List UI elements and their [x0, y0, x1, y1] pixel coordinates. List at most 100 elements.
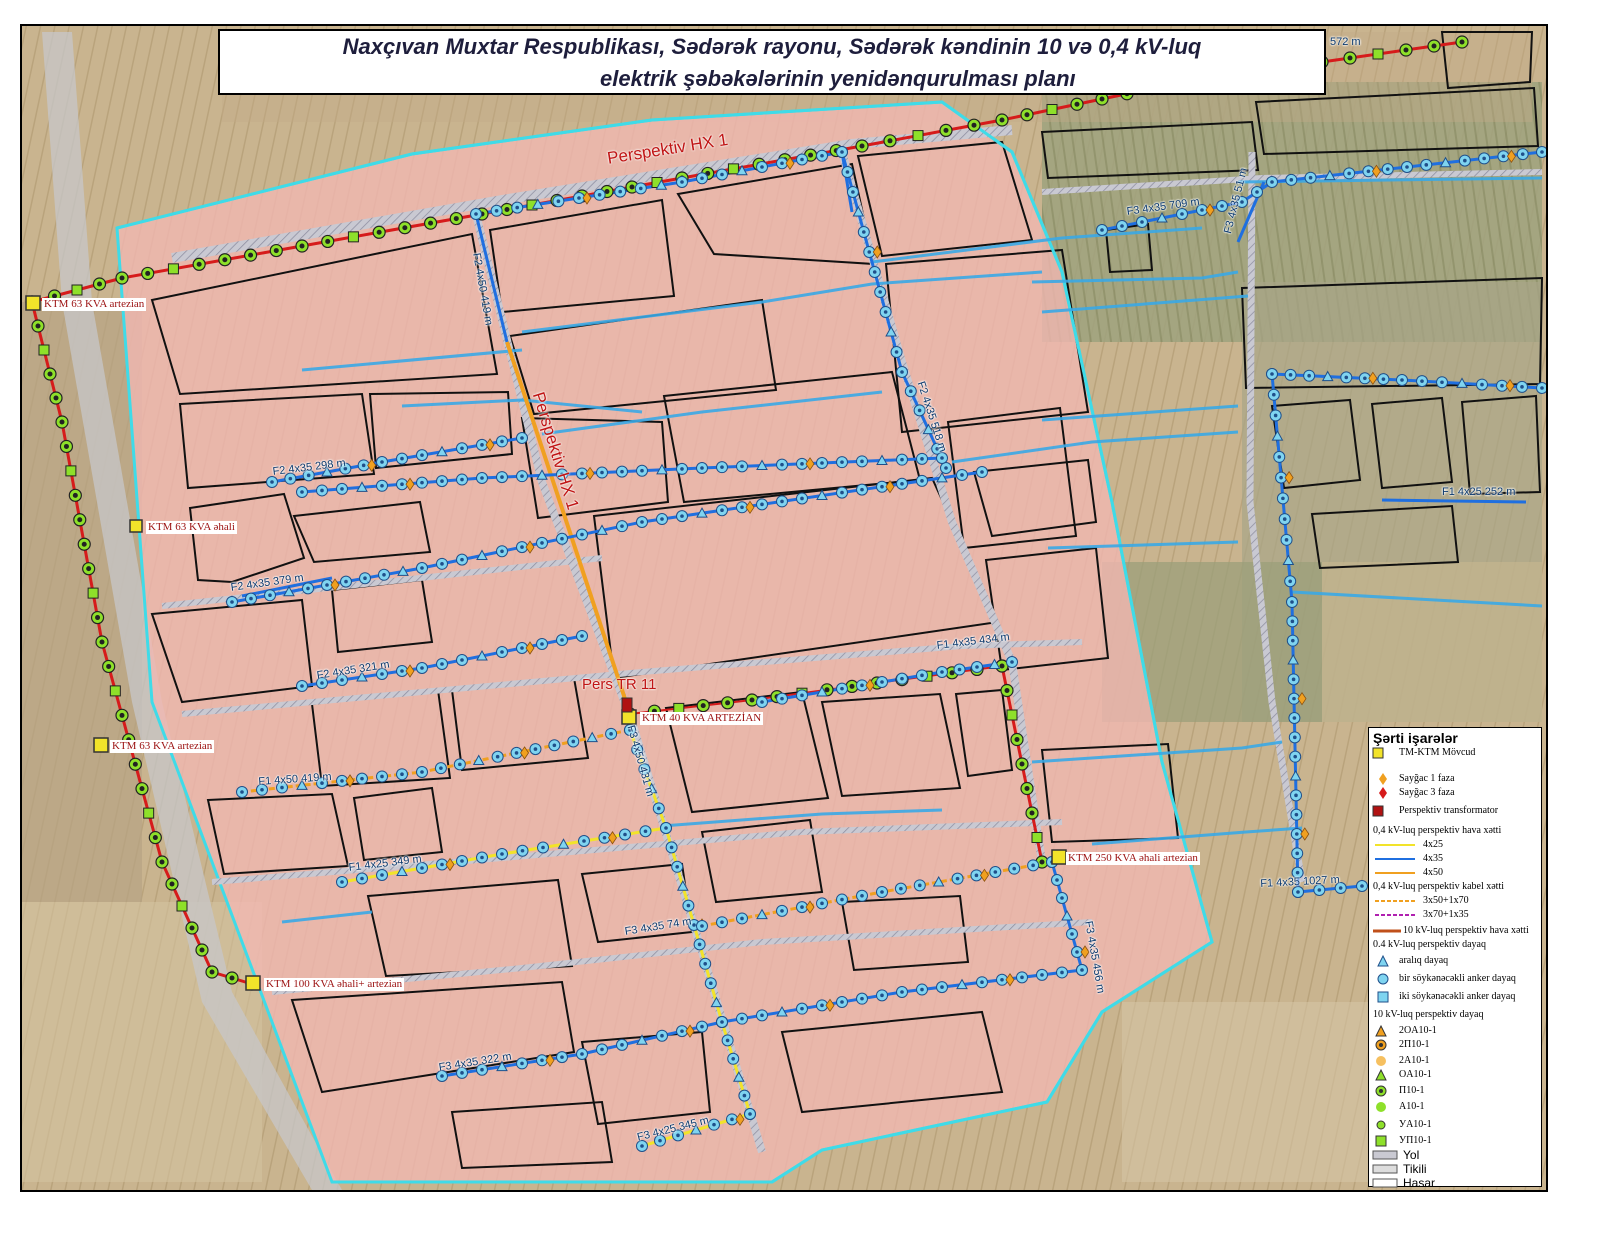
- lv-pole: [699, 957, 712, 970]
- lv-pole: [796, 153, 808, 166]
- hv-pole: [321, 234, 335, 249]
- lv-pole: [1116, 220, 1128, 232]
- lv-pole: [376, 869, 388, 881]
- lv-pole: [1288, 691, 1307, 706]
- legend-item: bir söykənəcəkli anker dayaq: [1369, 972, 1543, 986]
- lv-pole: [856, 992, 868, 1005]
- lv-pole: [1275, 470, 1294, 485]
- lv-pole: [456, 553, 468, 566]
- hv-pole: [71, 284, 83, 296]
- legend-item-label: 2OA10-1: [1399, 1025, 1437, 1036]
- hv-pole: [398, 221, 412, 235]
- lv-pole: [1269, 409, 1282, 422]
- lv-pole: [1497, 149, 1516, 164]
- lv-pole: [856, 483, 868, 496]
- map-title-line-2: elektrik şəbəkələrinin yenidənqurulması …: [600, 66, 1076, 91]
- lv-pole: [708, 1118, 720, 1131]
- hv-pole: [43, 367, 57, 381]
- lv-pole: [1287, 673, 1300, 686]
- lv-pole: [376, 479, 388, 492]
- lv-pole: [704, 977, 717, 990]
- lv-pole: [841, 166, 854, 178]
- lv-pole: [434, 762, 447, 775]
- lv-pole: [1278, 513, 1291, 526]
- lv-pole: [576, 528, 588, 541]
- lv-pole: [302, 582, 314, 595]
- lv-pole: [1291, 847, 1304, 860]
- lv-pole: [916, 452, 928, 465]
- lv-pole: [1266, 368, 1278, 380]
- lv-pole: [940, 462, 952, 474]
- lv-pole: [953, 663, 966, 676]
- lv-pole: [676, 510, 688, 523]
- lv-pole: [876, 676, 888, 688]
- lv-pole: [776, 904, 788, 917]
- hv-pole: [143, 807, 155, 819]
- hv-pole: [347, 231, 359, 243]
- map-title-box: Naxçıvan Muxtar Respublikası, Sədərək ra…: [218, 29, 1326, 95]
- map-canvas[interactable]: [22, 26, 1546, 1190]
- legend-item: Perspektiv transformator: [1369, 804, 1543, 818]
- lv-pole: [516, 540, 535, 554]
- legend-item-label: Hasar: [1403, 1176, 1436, 1190]
- lv-pole: [634, 182, 647, 195]
- lv-pole: [616, 520, 628, 533]
- lv-pole: [836, 996, 848, 1008]
- lv-pole: [696, 462, 708, 474]
- lv-pole: [1008, 862, 1021, 875]
- legend-item: Tikili: [1369, 1162, 1543, 1176]
- lv-pole: [1285, 173, 1298, 186]
- hv-pole: [423, 216, 438, 230]
- lv-pole: [456, 442, 468, 455]
- legend-item: П10-1: [1369, 1084, 1543, 1098]
- lv-pole: [596, 466, 608, 479]
- legend-item: 2OA10-1: [1369, 1024, 1543, 1038]
- lv-pole: [226, 596, 238, 608]
- hv-pole: [205, 965, 219, 979]
- lv-pole: [536, 536, 548, 549]
- lv-pole: [776, 692, 788, 705]
- lv-pole: [1358, 371, 1378, 386]
- map-frame[interactable]: [20, 24, 1548, 1192]
- hv-pole: [243, 248, 258, 262]
- lv-pole: [936, 981, 948, 994]
- lv-pole: [656, 513, 668, 526]
- lv-pole: [264, 589, 276, 602]
- hv-pole: [165, 877, 179, 891]
- lv-pole: [1416, 375, 1428, 388]
- lv-pole: [396, 477, 415, 491]
- lv-pole: [816, 457, 828, 469]
- lv-pole: [756, 1009, 768, 1022]
- lv-pole: [476, 438, 495, 452]
- lv-pole: [496, 848, 508, 860]
- hv-pole: [185, 921, 199, 935]
- lv-pole: [1216, 200, 1228, 212]
- lv-pole: [996, 973, 1015, 987]
- ktm-label: KTM 63 KVA artezian: [110, 740, 215, 753]
- hv-pole: [720, 696, 735, 710]
- hv-pole: [912, 130, 924, 142]
- hv-pole: [49, 391, 63, 405]
- legend-symbol: [1375, 872, 1415, 874]
- legend-item-label: 10 kV-luq perspektiv dayaq: [1373, 1009, 1484, 1020]
- legend-item: 3x70+1x35: [1369, 908, 1543, 922]
- lv-pole: [676, 462, 688, 475]
- lv-pole: [1096, 224, 1108, 236]
- legend-item-label: iki söykənəcəkli anker dayaq: [1399, 991, 1516, 1002]
- lv-pole: [857, 226, 870, 238]
- lv-pole: [576, 466, 595, 481]
- lv-pole: [491, 750, 504, 763]
- lv-pole: [1288, 712, 1301, 724]
- legend-item: 2П10-1: [1369, 1038, 1543, 1052]
- lv-pole: [1284, 368, 1297, 381]
- lv-pole: [665, 841, 678, 854]
- lv-pole: [436, 857, 455, 872]
- hv-pole: [77, 537, 91, 551]
- lv-pole: [874, 286, 887, 298]
- lv-pole: [1536, 146, 1546, 158]
- lv-pole: [1396, 374, 1408, 386]
- lv-pole: [856, 889, 868, 902]
- lv-pole: [496, 435, 508, 448]
- lv-pole: [548, 739, 561, 752]
- lv-pole: [357, 458, 377, 473]
